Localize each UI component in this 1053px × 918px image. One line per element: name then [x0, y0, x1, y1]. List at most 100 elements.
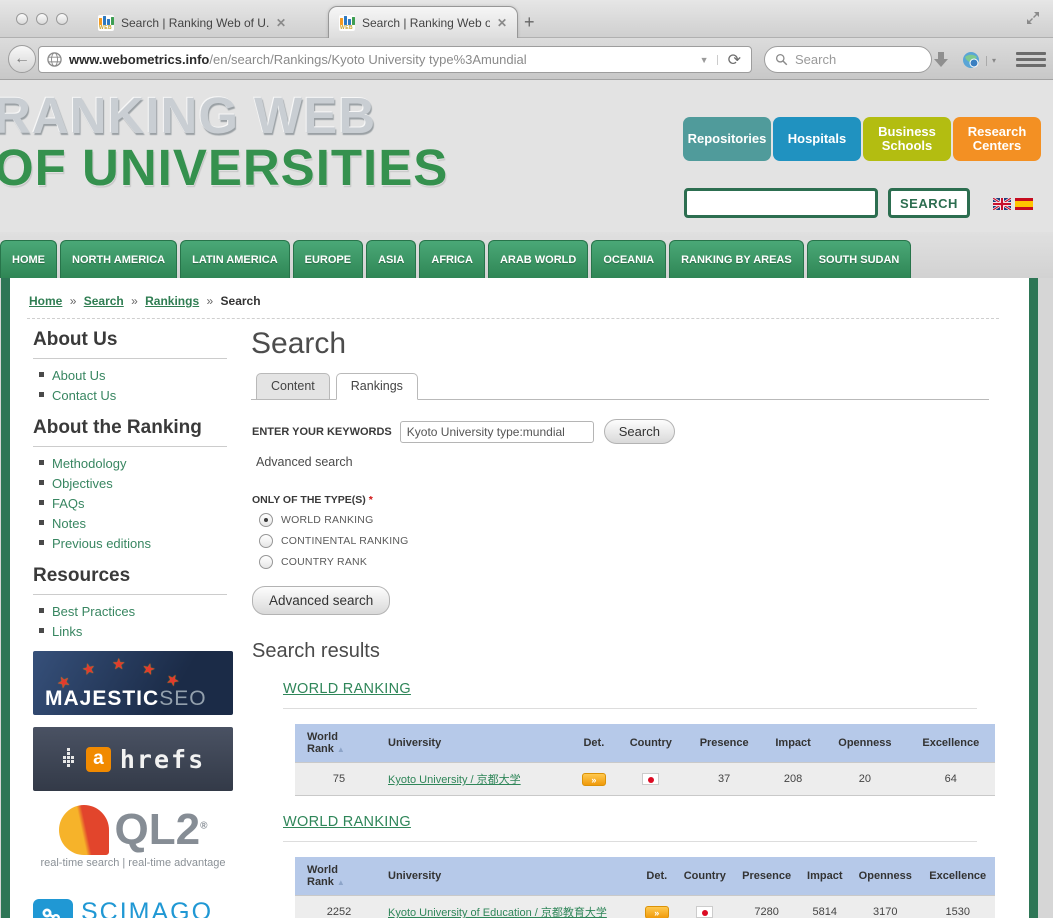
language-flags	[993, 198, 1033, 210]
tab-close-icon[interactable]: ✕	[276, 16, 286, 30]
radio-option[interactable]: COUNTRY RANK	[259, 555, 995, 569]
nav-tab[interactable]: ARAB WORLD	[487, 240, 589, 278]
sidebar-link-about-us[interactable]: About Us	[52, 368, 105, 383]
sidebar-link-links[interactable]: Links	[52, 624, 82, 639]
nav-tab[interactable]: AFRICA	[419, 240, 485, 278]
nav-tab[interactable]: OCEANIA	[591, 240, 667, 278]
sidebar-link-faqs[interactable]: FAQs	[52, 496, 85, 511]
site-logo[interactable]: RANKING WEB OF UNIVERSITIES	[0, 89, 448, 194]
header-search-button[interactable]: SEARCH	[888, 188, 970, 218]
url-text: www.webometrics.info/en/search/Rankings/…	[69, 52, 527, 67]
column-world-rank[interactable]: World Rank ▲	[295, 857, 383, 896]
window-minimize-button[interactable]	[36, 13, 48, 25]
advanced-search-link[interactable]: Advanced search	[256, 455, 353, 469]
keywords-input[interactable]	[399, 420, 594, 443]
column-university[interactable]: University	[383, 724, 572, 763]
ahrefs-logo[interactable]: a hrefs	[33, 727, 233, 791]
column-excellence[interactable]: Excellence	[920, 857, 995, 896]
column-impact[interactable]: Impact	[799, 857, 851, 896]
downloads-icon[interactable]	[932, 51, 950, 68]
university-link[interactable]: Kyoto University of Education / 京都教育大学	[388, 907, 607, 918]
radio-icon[interactable]	[259, 555, 273, 569]
tab-rankings[interactable]: Rankings	[335, 373, 418, 400]
search-results-title: Search results	[252, 640, 380, 662]
nav-tab[interactable]: EUROPE	[292, 240, 364, 278]
column-impact[interactable]: Impact	[763, 724, 824, 763]
column-country[interactable]: Country	[616, 724, 686, 763]
column-university[interactable]: University	[383, 857, 638, 896]
sidebar-link-best-practices[interactable]: Best Practices	[52, 604, 135, 619]
majestic-seo-logo[interactable]: ★ ★ ★ ★ ★ MAJESTICSEO	[33, 651, 233, 715]
promo-button[interactable]: Hospitals	[773, 117, 861, 161]
reload-icon[interactable]: ⟳	[718, 50, 745, 70]
browser-tab-inactive[interactable]: WEB Search | Ranking Web of U... ✕	[88, 8, 296, 38]
new-tab-button[interactable]: +	[524, 12, 535, 33]
page-title: Search	[251, 327, 347, 360]
nav-tab[interactable]: SOUTH SUDAN	[806, 240, 912, 278]
column-presence[interactable]: Presence	[685, 724, 764, 763]
sidebar-link-contact-us[interactable]: Contact Us	[52, 388, 116, 403]
back-button[interactable]: ←	[8, 45, 36, 73]
main-navigation: HOME NORTH AMERICA LATIN AMERICA EUROPE …	[0, 232, 1053, 278]
header-search-input[interactable]	[684, 188, 878, 218]
promo-button[interactable]: Research Centers	[953, 117, 1041, 161]
url-bar[interactable]: www.webometrics.info/en/search/Rankings/…	[38, 46, 752, 73]
university-link[interactable]: Kyoto University / 京都大学	[388, 774, 521, 786]
column-openness[interactable]: Openness	[850, 857, 921, 896]
tab-close-icon[interactable]: ✕	[497, 16, 507, 30]
nav-tab[interactable]: HOME	[0, 240, 57, 278]
radio-option[interactable]: CONTINENTAL RANKING	[259, 534, 995, 548]
table-header-row: World Rank ▲ University Det. Country Pres…	[295, 724, 995, 763]
site-header: RANKING WEB OF UNIVERSITIES Repositories…	[0, 80, 1053, 232]
cell-presence: 7280	[733, 895, 800, 918]
sidebar-link-notes[interactable]: Notes	[52, 516, 86, 531]
ql2-logo[interactable]: QL2® real-time search | real-time advant…	[33, 803, 233, 883]
radio-icon[interactable]	[259, 534, 273, 548]
menu-hamburger-icon[interactable]	[1016, 48, 1046, 70]
column-presence[interactable]: Presence	[733, 857, 800, 896]
sidebar-link-objectives[interactable]: Objectives	[52, 476, 113, 491]
sidebar-link-previous-editions[interactable]: Previous editions	[52, 536, 151, 551]
tab-content[interactable]: Content	[256, 373, 330, 400]
window-close-button[interactable]	[16, 13, 28, 25]
breadcrumb-home-link[interactable]: Home	[29, 294, 62, 308]
promo-button[interactable]: Business Schools	[863, 117, 951, 161]
column-openness[interactable]: Openness	[823, 724, 907, 763]
result-group: WORLD RANKING World Rank ▲ University Det…	[283, 680, 995, 796]
column-det[interactable]: Det.	[637, 857, 676, 896]
nav-tab[interactable]: NORTH AMERICA	[60, 240, 178, 278]
details-button[interactable]: »	[644, 905, 669, 918]
radio-icon[interactable]	[259, 513, 273, 527]
cell-world-rank: 2252	[295, 895, 383, 918]
sidebar-link-methodology[interactable]: Methodology	[52, 456, 126, 471]
column-country[interactable]: Country	[675, 857, 734, 896]
browser-tab-active[interactable]: WEB Search | Ranking Web of U... ✕	[328, 6, 518, 38]
promo-button[interactable]: Repositories	[683, 117, 771, 161]
extension-globe-icon[interactable]	[962, 51, 980, 69]
column-world-rank[interactable]: World Rank ▲	[295, 724, 383, 763]
cell-presence: 37	[685, 762, 764, 796]
search-placeholder: Search	[795, 52, 837, 67]
nav-tab[interactable]: RANKING BY AREAS	[669, 240, 804, 278]
english-flag-icon[interactable]	[993, 198, 1011, 210]
fullscreen-icon[interactable]	[1025, 10, 1041, 26]
scimago-logo[interactable]: SCIMAGO research group	[33, 895, 233, 918]
spanish-flag-icon[interactable]	[1015, 198, 1033, 210]
column-det[interactable]: Det.	[571, 724, 617, 763]
nav-tab[interactable]: LATIN AMERICA	[180, 240, 290, 278]
nav-tab[interactable]: ASIA	[366, 240, 417, 278]
breadcrumb-rankings-link[interactable]: Rankings	[145, 294, 199, 308]
world-ranking-link[interactable]: WORLD RANKING	[283, 814, 411, 830]
radio-option[interactable]: WORLD RANKING	[259, 513, 995, 527]
window-zoom-button[interactable]	[56, 13, 68, 25]
world-ranking-link[interactable]: WORLD RANKING	[283, 681, 411, 697]
breadcrumb-search-link[interactable]: Search	[84, 294, 124, 308]
browser-search-field[interactable]: Search	[764, 46, 932, 73]
column-excellence[interactable]: Excellence	[906, 724, 995, 763]
extension-dropdown-icon[interactable]: ▾	[986, 56, 996, 66]
details-button[interactable]: »	[581, 772, 606, 786]
radio-label: WORLD RANKING	[281, 514, 374, 526]
search-submit-button[interactable]: Search	[603, 419, 675, 444]
url-dropdown-icon[interactable]: ▼	[692, 54, 718, 65]
advanced-search-button[interactable]: Advanced search	[252, 586, 391, 615]
